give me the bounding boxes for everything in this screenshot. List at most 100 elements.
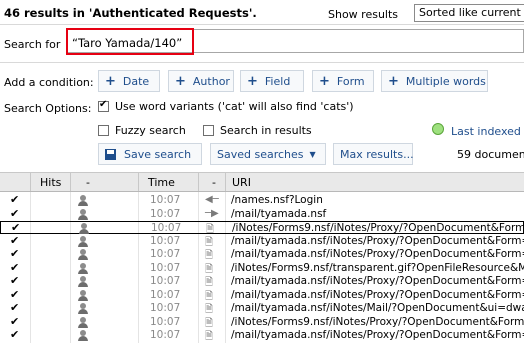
add-author-button[interactable]: + Author: [168, 70, 234, 92]
plus-icon: +: [175, 73, 186, 89]
table-row[interactable]: ✔ 10:07 🗎 /mail/tyamada.nsf/iNotes/Proxy/?O…: [0, 328, 524, 342]
row-uri: /iNotes/Forms9.nsf/transparent.gif?OpenF…: [231, 261, 524, 274]
person-icon: [78, 208, 88, 220]
column-time[interactable]: Time: [148, 176, 175, 189]
sort-select[interactable]: Sorted like current v: [414, 4, 524, 22]
max-results-button[interactable]: Max results...: [333, 143, 414, 165]
row-uri: /mail/tyamada.nsf/iNotes/Proxy/?OpenDocu…: [231, 329, 524, 341]
person-icon: [78, 303, 88, 314]
add-form-button[interactable]: + Form: [312, 70, 374, 92]
row-uri: /mail/tyamada.nsf/iNotes/Proxy/?OpenDocu…: [231, 248, 524, 260]
search-label: Search for: [4, 38, 61, 51]
row-time: 10:07: [150, 275, 181, 287]
page-icon: 🗎: [205, 250, 214, 261]
row-time: 10:07: [150, 329, 181, 341]
row-time: 10:07: [150, 288, 181, 301]
table-header: Hits - Time - URI: [0, 172, 524, 192]
word-variants-label: Use word variants ('cat' will also find …: [115, 100, 354, 113]
last-indexed-link[interactable]: Last indexed: [451, 125, 521, 138]
plus-icon: +: [388, 73, 399, 89]
fuzzy-search-label: Fuzzy search: [115, 124, 186, 137]
plus-icon: +: [247, 73, 258, 89]
column-uri[interactable]: URI: [232, 176, 251, 189]
person-icon: [78, 235, 88, 247]
page-icon: 🗎: [205, 277, 214, 288]
check-icon: ✔: [10, 274, 20, 287]
add-multiple-words-button[interactable]: + Multiple words: [381, 70, 488, 92]
row-uri: /mail/tyamada.nsf/iNotes/Proxy/?OpenDocu…: [231, 234, 524, 247]
search-in-results-checkbox[interactable]: Search in results: [203, 124, 312, 137]
row-time: 10:07: [151, 222, 182, 234]
add-multiple-words-label: Multiple words: [405, 74, 486, 88]
table-row[interactable]: ✔ 10:07 🗎 /iNotes/Forms9.nsf/iNotes/Proxy/?…: [0, 314, 524, 329]
plus-icon: +: [105, 73, 116, 89]
check-icon: ✔: [10, 314, 20, 328]
index-status-icon: [432, 123, 444, 135]
person-icon: [78, 289, 88, 301]
row-uri: /names.nsf?Login: [231, 194, 323, 206]
checkbox-checked[interactable]: [98, 99, 109, 112]
add-date-label: Date: [122, 74, 150, 88]
save-search-button[interactable]: Save search: [98, 143, 202, 165]
table-row[interactable]: ✔ 10:07 ◀─ /names.nsf?Login: [0, 193, 524, 207]
fuzzy-search-checkbox[interactable]: Fuzzy search: [98, 124, 186, 137]
row-time: 10:07: [150, 315, 181, 328]
search-highlight-box: [66, 28, 194, 55]
page-icon: 🗎: [206, 224, 215, 235]
person-icon: [78, 195, 88, 206]
row-time: 10:07: [150, 207, 181, 220]
column-divider: [225, 173, 226, 191]
row-uri: /mail/tyamada.nsf/iNotes/Proxy/?OpenDocu…: [231, 275, 524, 287]
table-row[interactable]: ✔ 10:07 🗎 /mail/tyamada.nsf/iNotes/Proxy/?O…: [0, 247, 524, 261]
page-icon: 🗎: [205, 236, 214, 248]
saved-searches-label: Saved searches: [217, 147, 304, 161]
table-row[interactable]: ✔ 10:07 🗎 /mail/tyamada.nsf/iNotes/Proxy/?O…: [0, 288, 524, 302]
max-results-label: Max results...: [340, 147, 414, 161]
person-icon: [79, 223, 89, 234]
check-icon: ✔: [10, 328, 20, 341]
table-row[interactable]: ✔ 10:07 🗎 /iNotes/Forms9.nsf/iNotes/Proxy/?…: [0, 221, 524, 235]
row-uri: /mail/tyamada.nsf/iNotes/Mail/?OpenDocum…: [231, 302, 524, 314]
column-divider: [198, 173, 199, 191]
row-uri: /iNotes/Forms9.nsf/iNotes/Proxy/?OpenDoc…: [232, 222, 524, 234]
add-field-button[interactable]: + Field: [240, 70, 304, 92]
show-results-label: Show results: [328, 8, 399, 21]
page-icon: 🗎: [205, 331, 214, 342]
column-user[interactable]: -: [86, 176, 90, 189]
column-hits[interactable]: Hits: [40, 176, 61, 189]
person-icon: [78, 249, 88, 260]
column-divider: [138, 173, 139, 191]
check-icon: ✔: [10, 247, 20, 260]
save-icon: [105, 148, 116, 160]
add-field-label: Field: [264, 74, 291, 88]
row-uri: /iNotes/Forms9.nsf/iNotes/Proxy/?OpenDoc…: [231, 315, 524, 328]
saved-searches-button[interactable]: Saved searches ▼: [210, 143, 326, 165]
table-row[interactable]: ✔ 10:07 🗎 /mail/tyamada.nsf/iNotes/Mail/?Op…: [0, 301, 524, 315]
check-icon: ✔: [10, 193, 20, 206]
check-icon: ✔: [11, 221, 21, 234]
person-icon: [78, 330, 88, 341]
row-uri: /mail/tyamada.nsf: [231, 207, 327, 220]
divider: [0, 62, 524, 63]
person-icon: [78, 276, 88, 287]
table-row[interactable]: ✔ 10:07 ─▶ /mail/tyamada.nsf: [0, 206, 524, 221]
checkbox[interactable]: [98, 125, 109, 136]
table-row[interactable]: ✔ 10:07 🗎 /mail/tyamada.nsf/iNotes/Proxy/?O…: [0, 274, 524, 288]
person-icon: [78, 262, 88, 274]
checkbox[interactable]: [203, 125, 214, 136]
check-icon: ✔: [10, 206, 20, 220]
table-row[interactable]: ✔ 10:07 🗎 /iNotes/Forms9.nsf/transparent.gi…: [0, 260, 524, 275]
document-count: 59 document: [457, 148, 524, 161]
column-direction[interactable]: -: [212, 176, 216, 189]
check-icon: ✔: [10, 260, 20, 274]
page-icon: 🗎: [205, 263, 214, 275]
word-variants-checkbox[interactable]: Use word variants ('cat' will also find …: [98, 99, 354, 113]
row-uri: /mail/tyamada.nsf/iNotes/Proxy/?OpenDocu…: [231, 288, 524, 301]
page-icon: 🗎: [205, 317, 214, 329]
add-date-button[interactable]: + Date: [98, 70, 160, 92]
arrow-right-icon: ─▶: [205, 207, 219, 219]
results-title: 46 results in 'Authenticated Requests'.: [4, 6, 257, 20]
table-row[interactable]: ✔ 10:07 🗎 /mail/tyamada.nsf/iNotes/Proxy/?O…: [0, 234, 524, 248]
chevron-down-icon: ▼: [309, 149, 316, 159]
save-search-label: Save search: [124, 147, 192, 161]
